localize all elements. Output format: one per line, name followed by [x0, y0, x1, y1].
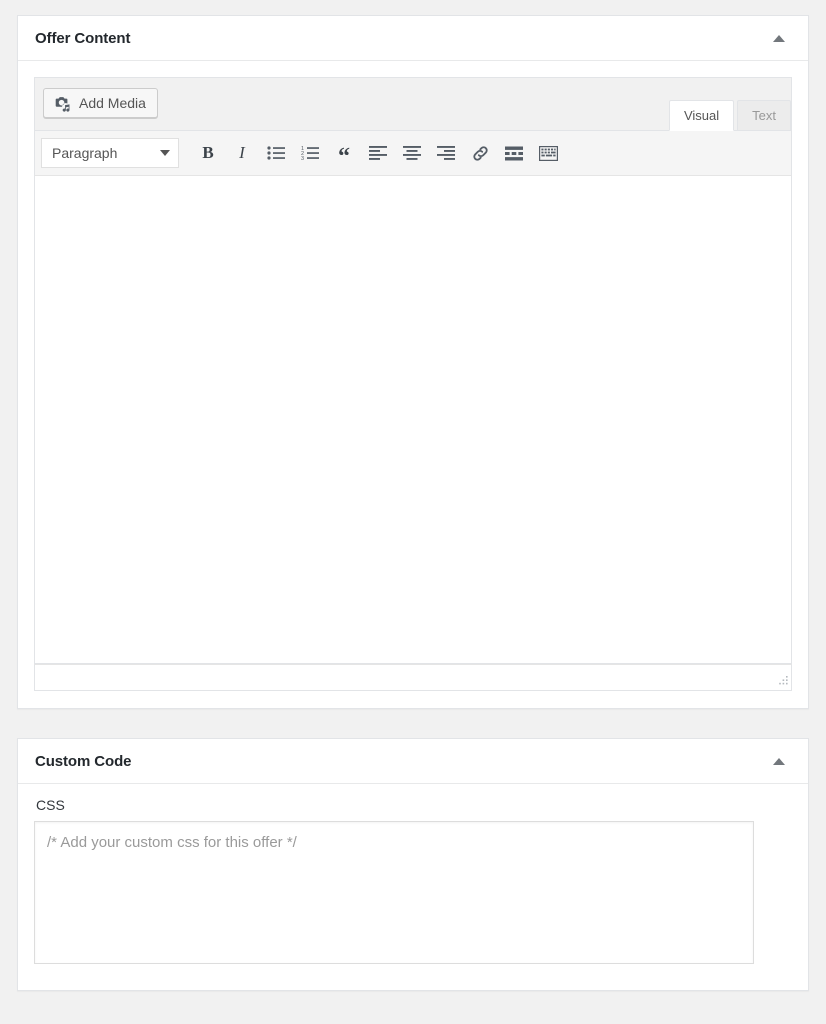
toolbar-toggle-button[interactable]: [531, 138, 565, 168]
numbered-list-button[interactable]: 1 2 3: [293, 138, 327, 168]
admin-page: Offer Content Add Media Visual Text Para…: [0, 0, 826, 1024]
panel-custom-code-header: Custom Code: [18, 739, 808, 784]
chevron-up-icon: [773, 757, 785, 765]
align-center-icon: [403, 145, 421, 161]
svg-text:3: 3: [301, 156, 304, 161]
bold-button[interactable]: B: [191, 138, 225, 168]
editor-mode-tabs: Visual Text: [666, 100, 791, 131]
panel-offer-content-body: Add Media Visual Text Paragraph B I 1 2 …: [18, 77, 808, 691]
italic-button[interactable]: I: [225, 138, 259, 168]
toolbar-toggle-icon: [538, 145, 558, 161]
align-right-icon: [437, 145, 455, 161]
media-icon: [53, 94, 71, 112]
editor-statusbar: [34, 664, 792, 691]
resize-handle-icon[interactable]: [775, 674, 789, 688]
align-center-button[interactable]: [395, 138, 429, 168]
format-select[interactable]: Paragraph: [41, 138, 179, 168]
format-select-value: Paragraph: [52, 145, 118, 161]
read-more-icon: [505, 146, 523, 161]
editor-content-area[interactable]: [34, 176, 792, 664]
insert-link-button[interactable]: [463, 138, 497, 168]
editor-media-buttons-bar: Add Media Visual Text: [34, 77, 792, 131]
bold-icon: B: [202, 143, 214, 162]
toggle-panel-offer-content-button[interactable]: [764, 23, 794, 53]
blockquote-icon: “: [338, 143, 350, 170]
panel-offer-content-header: Offer Content: [18, 16, 808, 61]
insert-read-more-button[interactable]: [497, 138, 531, 168]
panel-custom-code: Custom Code CSS: [17, 738, 809, 991]
chevron-up-icon: [773, 34, 785, 42]
add-media-button[interactable]: Add Media: [43, 88, 158, 118]
page-title: Offer Content: [35, 29, 131, 47]
align-right-button[interactable]: [429, 138, 463, 168]
panel-offer-content: Offer Content Add Media Visual Text Para…: [17, 15, 809, 709]
tab-text[interactable]: Text: [737, 100, 791, 131]
numbered-list-icon: 1 2 3: [301, 145, 319, 161]
wp-editor-wrap: Add Media Visual Text Paragraph B I 1 2 …: [34, 77, 792, 691]
italic-icon: I: [239, 143, 245, 162]
css-textarea[interactable]: [34, 821, 754, 964]
editor-toolbar: Paragraph B I 1 2 3 “: [34, 130, 792, 176]
link-icon: [471, 144, 490, 163]
bulleted-list-button[interactable]: [259, 138, 293, 168]
align-left-icon: [369, 145, 387, 161]
toggle-panel-custom-code-button[interactable]: [764, 746, 794, 776]
align-left-button[interactable]: [361, 138, 395, 168]
blockquote-button[interactable]: “: [327, 138, 361, 170]
custom-code-title: Custom Code: [35, 752, 132, 770]
bulleted-list-icon: [267, 145, 285, 161]
chevron-down-icon: [160, 150, 170, 156]
panel-custom-code-body: CSS: [18, 784, 808, 990]
add-media-button-label: Add Media: [79, 95, 146, 111]
css-field-label: CSS: [36, 797, 65, 813]
tab-visual[interactable]: Visual: [668, 100, 735, 131]
